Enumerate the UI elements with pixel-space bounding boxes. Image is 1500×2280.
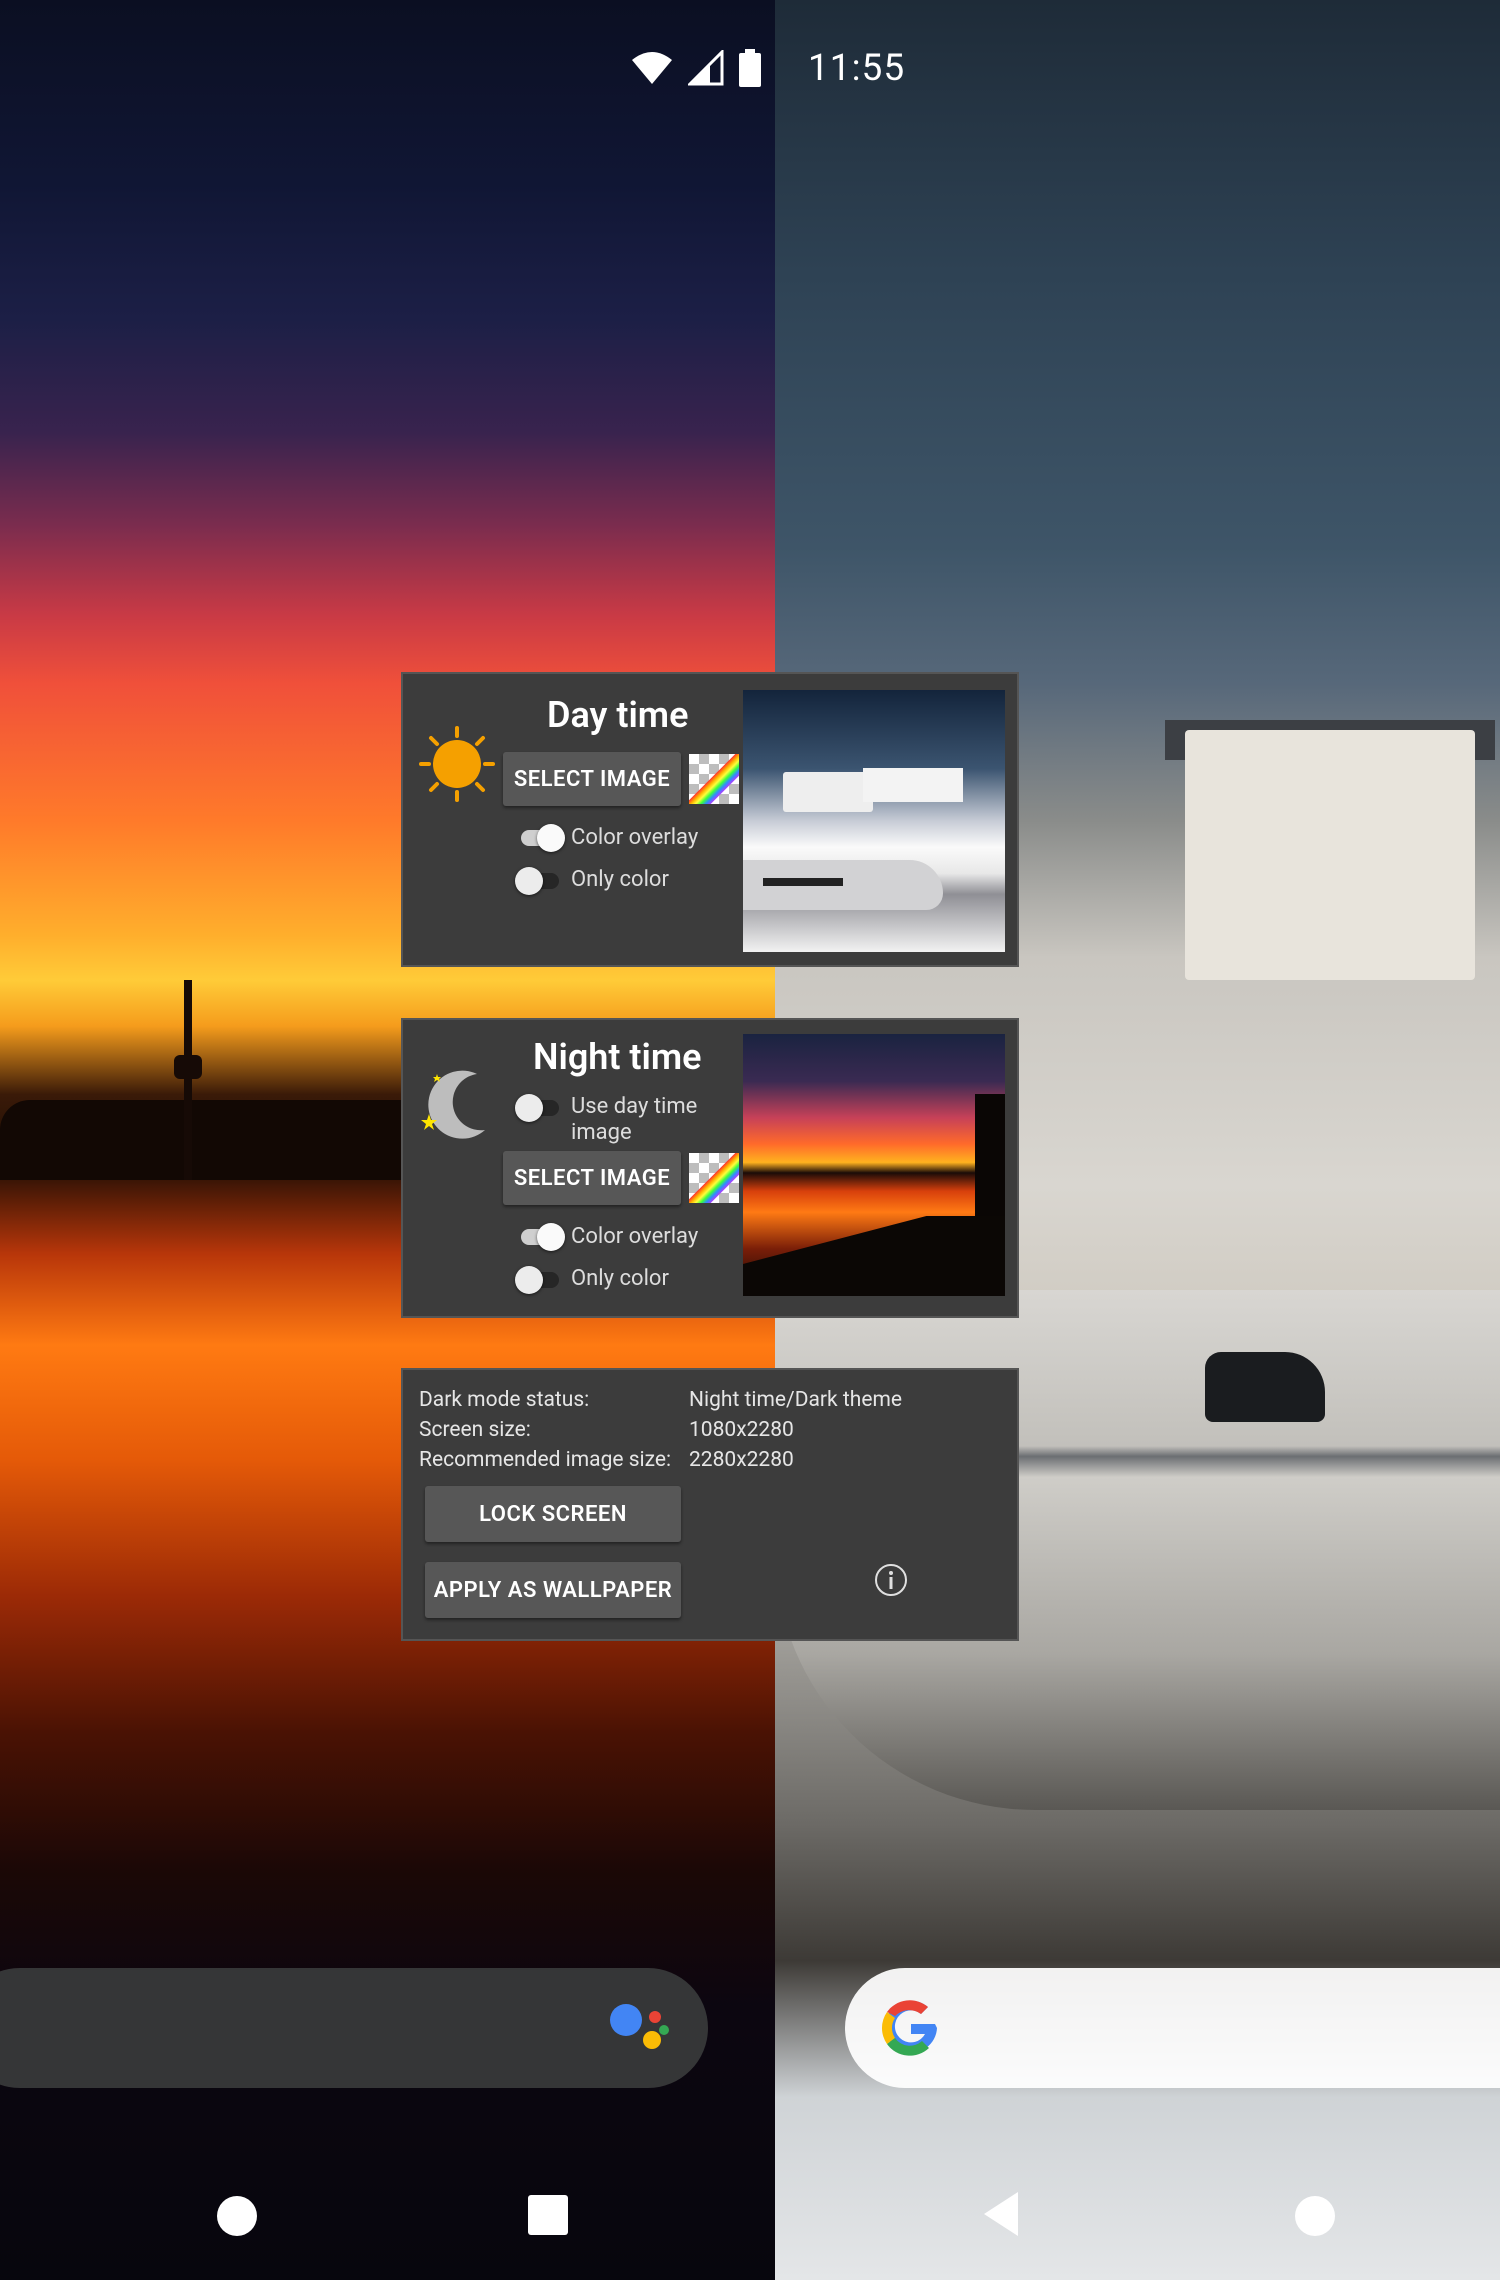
dark-mode-status-label: Dark mode status: (419, 1388, 590, 1412)
sun-icon (419, 726, 495, 802)
night-time-card: Night time Use day time image SELECT IMA… (401, 1018, 1019, 1318)
back-icon[interactable] (980, 2190, 1022, 2238)
status-bar: 11:55 (630, 40, 905, 96)
night-only-color-label: Only color (571, 1266, 669, 1291)
google-search-bar[interactable] (845, 1968, 1500, 2088)
day-select-image-button[interactable]: SELECT IMAGE (503, 752, 681, 806)
recommended-size-label: Recommended image size: (419, 1448, 672, 1472)
screen-size-label: Screen size: (419, 1418, 531, 1442)
tv-tower-pod (174, 1055, 202, 1079)
wifi-icon (632, 52, 672, 84)
night-time-title: Night time (533, 1036, 702, 1078)
clock: 11:55 (808, 46, 906, 90)
night-select-image-button[interactable]: SELECT IMAGE (503, 1151, 681, 1205)
night-color-overlay-toggle[interactable] (517, 1223, 565, 1251)
info-card: Dark mode status: Night time/Dark theme … (401, 1368, 1019, 1641)
use-day-image-toggle[interactable] (515, 1094, 563, 1122)
day-only-color-label: Only color (571, 867, 669, 892)
moon-icon (421, 1070, 485, 1139)
day-time-title: Day time (547, 694, 689, 736)
assistant-bar[interactable] (0, 1968, 708, 2088)
screen-size-value: 1080x2280 (689, 1418, 794, 1442)
night-color-overlay-label: Color overlay (571, 1224, 699, 1249)
google-assistant-icon[interactable] (608, 1998, 672, 2058)
night-image-preview[interactable] (743, 1034, 1005, 1296)
house (1185, 730, 1475, 980)
day-color-overlay-toggle[interactable] (517, 824, 565, 852)
signal-icon (688, 50, 724, 86)
home-icon[interactable] (1293, 2194, 1337, 2238)
use-day-image-label-line2: image (571, 1120, 632, 1145)
day-only-color-toggle[interactable] (515, 867, 563, 895)
lock-screen-button[interactable]: LOCK SCREEN (425, 1486, 681, 1542)
home-icon[interactable] (215, 2194, 259, 2238)
day-color-overlay-label: Color overlay (571, 825, 699, 850)
recents-icon[interactable] (527, 2194, 569, 2236)
recommended-size-value: 2280x2280 (689, 1448, 794, 1472)
info-icon[interactable] (873, 1562, 909, 1598)
use-day-image-label: Use day time image (571, 1094, 697, 1146)
use-day-image-label-line1: Use day time (571, 1094, 698, 1119)
tv-tower (184, 980, 192, 1180)
cockpit-window (1205, 1352, 1325, 1422)
apply-wallpaper-button[interactable]: APPLY AS WALLPAPER (425, 1562, 681, 1618)
day-time-card: Day time SELECT IMAGE Color overlay Only… (401, 672, 1019, 967)
battery-icon (739, 49, 761, 87)
night-color-picker[interactable] (689, 1153, 739, 1203)
dark-mode-status-value: Night time/Dark theme (689, 1388, 903, 1412)
day-image-preview[interactable] (743, 690, 1005, 952)
day-color-picker[interactable] (689, 754, 739, 804)
google-g-icon[interactable] (877, 1994, 945, 2062)
night-only-color-toggle[interactable] (515, 1266, 563, 1294)
